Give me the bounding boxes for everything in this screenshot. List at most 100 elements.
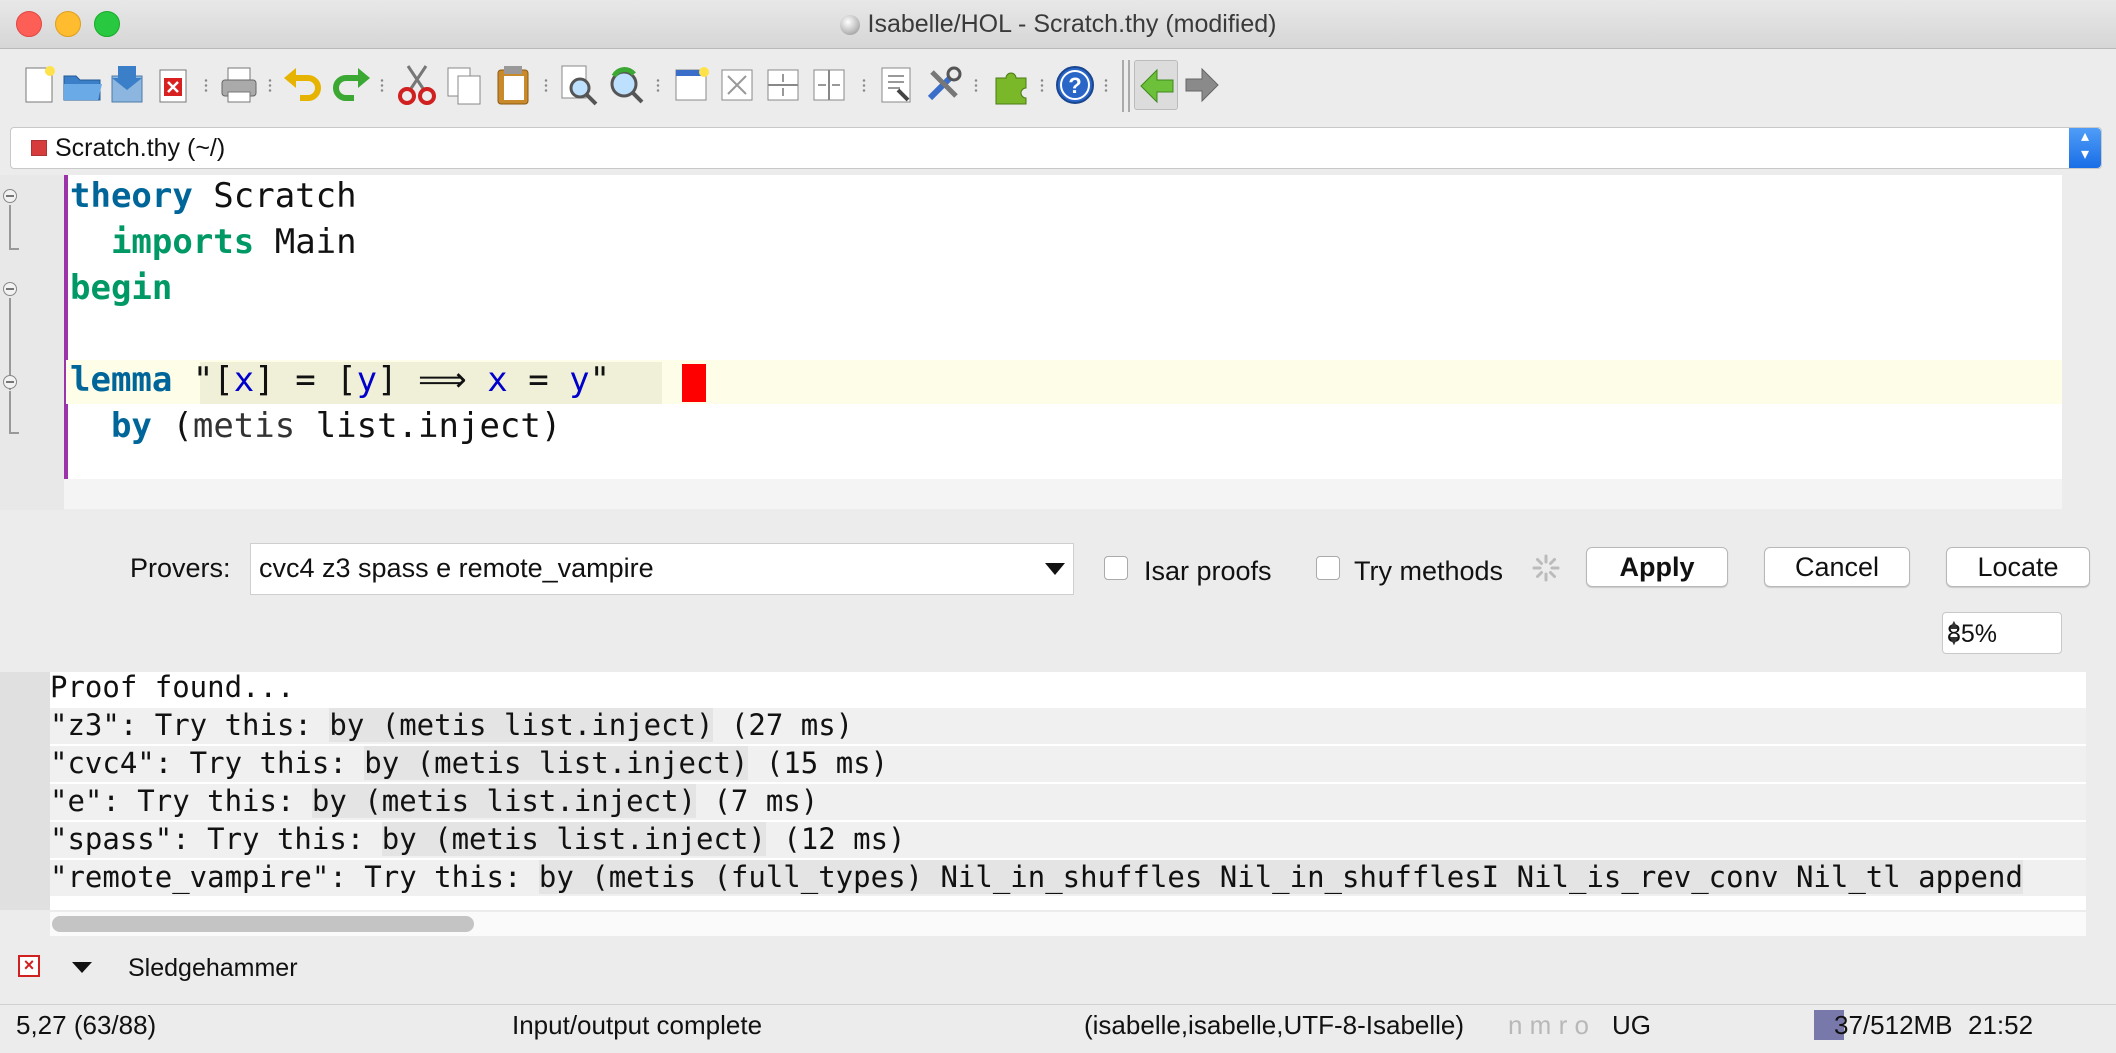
output-line: "spass": Try this: by (metis list.inject… bbox=[50, 822, 2086, 858]
text-cursor bbox=[682, 364, 706, 402]
code-text: Scratch bbox=[192, 176, 357, 216]
output-gutter bbox=[0, 672, 50, 910]
sledgehammer-tab[interactable]: Sledgehammer bbox=[128, 954, 298, 983]
proof-suggestion-link[interactable]: by (metis list.inject) bbox=[381, 822, 766, 856]
cancel-button[interactable]: Cancel bbox=[1764, 547, 1910, 587]
thy-file-icon bbox=[31, 140, 47, 156]
isar-proofs-checkbox[interactable] bbox=[1104, 556, 1128, 580]
output-line: Proof found... bbox=[50, 670, 294, 706]
keyword: lemma bbox=[70, 360, 173, 400]
unsplit-icon[interactable] bbox=[714, 62, 760, 108]
copy-icon[interactable] bbox=[442, 62, 488, 108]
file-selector-arrows-icon[interactable]: ▴ ▾ bbox=[2069, 128, 2101, 168]
collapse-panel-icon[interactable] bbox=[72, 962, 92, 973]
code-text: ( bbox=[151, 406, 193, 446]
zoom-spinner[interactable]: 85% ▲ ▼ bbox=[1942, 612, 2062, 654]
proof-suggestion-link[interactable]: by (metis list.inject) bbox=[364, 746, 749, 780]
code-text: "[ bbox=[172, 360, 234, 400]
memory-usage[interactable]: 37/512MB bbox=[1834, 1010, 1953, 1041]
code-line[interactable]: by (metis list.inject) bbox=[70, 406, 561, 446]
output-timing: (7 ms) bbox=[696, 784, 819, 818]
dropdown-arrow-icon[interactable] bbox=[1045, 563, 1065, 575]
proof-suggestion-link[interactable]: by (metis (full_types) Nil_in_shuffles N… bbox=[538, 860, 2023, 894]
window-title: Isabelle/HOL - Scratch.thy (modified) bbox=[0, 10, 2116, 39]
close-file-icon[interactable] bbox=[150, 62, 196, 108]
editor-bottom-margin bbox=[64, 479, 2062, 509]
locate-button[interactable]: Locate bbox=[1946, 547, 2090, 587]
output-timing: (12 ms) bbox=[765, 822, 906, 856]
output-line: "z3": Try this: by (metis list.inject) (… bbox=[50, 708, 2086, 744]
try-methods-checkbox[interactable] bbox=[1316, 556, 1340, 580]
code-text: " bbox=[589, 360, 611, 400]
output-line: "cvc4": Try this: by (metis list.inject)… bbox=[50, 746, 2086, 782]
proof-suggestion-link[interactable]: by (metis list.inject) bbox=[311, 784, 697, 818]
code-text: list.inject) bbox=[295, 406, 562, 446]
open-file-icon[interactable] bbox=[60, 62, 106, 108]
provers-value: cvc4 z3 spass e remote_vampire bbox=[259, 553, 654, 583]
code-line[interactable]: begin bbox=[70, 268, 172, 308]
code-line[interactable]: imports Main bbox=[70, 222, 357, 262]
new-view-icon[interactable] bbox=[668, 62, 714, 108]
split-horizontal-icon[interactable] bbox=[760, 62, 806, 108]
scrollbar-thumb[interactable] bbox=[52, 916, 474, 932]
isar-proofs-label[interactable]: Isar proofs bbox=[1144, 556, 1272, 587]
busy-spinner-icon bbox=[1532, 554, 1560, 582]
plugin-manager-icon[interactable] bbox=[988, 62, 1034, 108]
variable: y bbox=[356, 360, 378, 400]
fold-toggle-icon[interactable] bbox=[3, 189, 17, 203]
close-panel-icon[interactable]: × bbox=[18, 955, 40, 977]
title-bar: Isabelle/HOL - Scratch.thy (modified) bbox=[0, 0, 2116, 49]
global-options-icon[interactable] bbox=[920, 62, 966, 108]
provers-combobox[interactable]: cvc4 z3 spass e remote_vampire bbox=[250, 543, 1074, 595]
status-message: Input/output complete bbox=[512, 1010, 763, 1040]
clock: 21:52 bbox=[1968, 1010, 2034, 1040]
file-selector[interactable]: Scratch.thy (~/) ▴ ▾ bbox=[10, 127, 2102, 169]
help-icon[interactable]: ? bbox=[1052, 62, 1098, 108]
fold-toggle-icon[interactable] bbox=[3, 282, 17, 296]
code-line[interactable]: theory Scratch bbox=[70, 176, 357, 216]
undo-icon[interactable] bbox=[280, 62, 326, 108]
find-icon[interactable] bbox=[556, 62, 602, 108]
method-name: metis bbox=[192, 406, 296, 446]
code-text: = bbox=[507, 360, 570, 400]
code-text: ] ⟹ bbox=[377, 360, 488, 400]
output-line: "e": Try this: by (metis list.inject) (7… bbox=[50, 784, 2086, 820]
buffer-flags[interactable]: n m r o bbox=[1508, 1010, 1589, 1041]
output-text: "z3": Try this: bbox=[50, 708, 330, 742]
keyword: theory bbox=[70, 176, 193, 216]
proof-suggestion-link[interactable]: by (metis list.inject) bbox=[329, 708, 714, 742]
back-icon[interactable] bbox=[1134, 60, 1178, 110]
new-file-icon[interactable] bbox=[18, 62, 64, 108]
split-vertical-icon[interactable] bbox=[806, 62, 852, 108]
print-icon[interactable] bbox=[216, 62, 262, 108]
output-text: "e": Try this: bbox=[50, 784, 312, 818]
caret-position[interactable]: 5,27 (63/88) bbox=[16, 1010, 156, 1041]
variable: x bbox=[487, 360, 508, 400]
variable: x bbox=[233, 360, 255, 400]
output-text: "remote_vampire": Try this: bbox=[50, 860, 539, 894]
buffer-mode[interactable]: (isabelle,isabelle,UTF-8-Isabelle) bbox=[1084, 1010, 1464, 1041]
try-methods-label[interactable]: Try methods bbox=[1354, 556, 1503, 587]
buffer-options-icon[interactable] bbox=[874, 62, 920, 108]
forward-icon[interactable] bbox=[1180, 60, 1224, 110]
output-timing: (15 ms) bbox=[748, 746, 889, 780]
keyword: begin bbox=[70, 268, 173, 308]
redo-icon[interactable] bbox=[328, 62, 374, 108]
cut-icon[interactable] bbox=[394, 62, 440, 108]
file-selector-label: Scratch.thy (~/) bbox=[55, 134, 226, 162]
apply-button[interactable]: Apply bbox=[1586, 547, 1728, 587]
code-line[interactable]: lemma "[x] = [y] ⟹ x = y" bbox=[70, 360, 610, 400]
code-text: Main bbox=[254, 222, 357, 262]
code-text: ] = [ bbox=[254, 360, 357, 400]
fold-toggle-icon[interactable] bbox=[3, 375, 17, 389]
buffer-flags-active[interactable]: UG bbox=[1612, 1010, 1651, 1041]
find-replace-icon[interactable] bbox=[602, 62, 648, 108]
output-text: "spass": Try this: bbox=[50, 822, 382, 856]
keyword: by bbox=[110, 406, 152, 446]
output-line: "remote_vampire": Try this: by (metis (f… bbox=[50, 860, 2086, 896]
zoom-arrows-icon[interactable]: ▲ ▼ bbox=[1947, 616, 2055, 648]
output-timing: (27 ms) bbox=[713, 708, 854, 742]
paste-icon[interactable] bbox=[490, 62, 536, 108]
toolbar-divider bbox=[1122, 60, 1130, 112]
save-file-icon[interactable] bbox=[104, 62, 150, 108]
